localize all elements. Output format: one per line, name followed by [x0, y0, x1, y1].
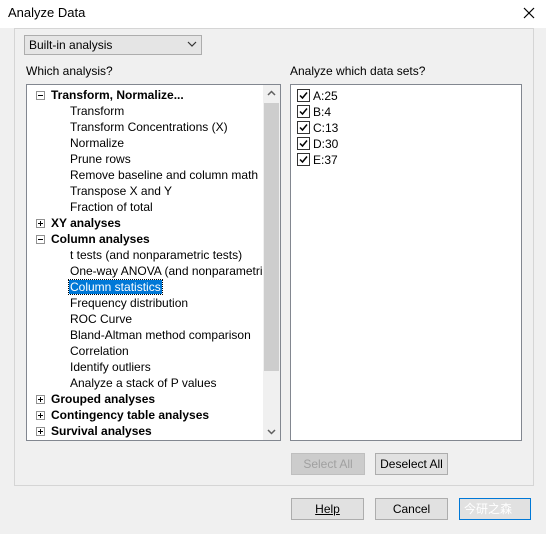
- checkbox[interactable]: [297, 121, 310, 134]
- tree-scrollbar[interactable]: [263, 85, 280, 440]
- tree-group[interactable]: Column analyses: [51, 231, 150, 247]
- tree-item[interactable]: Prune rows: [70, 151, 131, 167]
- tree-item[interactable]: Bland-Altman method comparison: [70, 327, 251, 343]
- tree-item[interactable]: Remove baseline and column math: [70, 167, 258, 183]
- checkbox[interactable]: [297, 153, 310, 166]
- help-button-label: Help: [315, 502, 340, 516]
- tree-item-label: One-way ANOVA (and nonparametric): [70, 264, 273, 278]
- tree-item-label: Prune rows: [70, 152, 131, 166]
- expand-icon[interactable]: [36, 395, 45, 404]
- data-set-label: C:13: [313, 121, 339, 135]
- cancel-button[interactable]: Cancel: [375, 498, 448, 520]
- tree-item-label: Transpose X and Y: [70, 184, 173, 198]
- tree-item[interactable]: Fraction of total: [70, 199, 153, 215]
- analysis-tree[interactable]: Transform, Normalize... Transform Transfor…: [26, 84, 281, 441]
- chevron-down-icon: [187, 41, 197, 47]
- watermark-text: 今研之森: [464, 502, 513, 516]
- data-sets-list[interactable]: A:25 B:4 C:13 D:30 E:37: [290, 84, 522, 441]
- analysis-type-dropdown[interactable]: Built-in analysis: [24, 35, 202, 55]
- tree-item-label: Bland-Altman method comparison: [70, 328, 251, 342]
- help-button[interactable]: Help: [291, 498, 364, 520]
- select-all-button[interactable]: Select All: [291, 453, 365, 475]
- data-set-label: D:30: [313, 137, 339, 151]
- tree-item[interactable]: t tests (and nonparametric tests): [70, 247, 242, 263]
- checkmark-icon: [299, 156, 308, 164]
- tree-item[interactable]: Column statistics: [68, 279, 163, 295]
- tree-item[interactable]: Frequency distribution: [70, 295, 188, 311]
- tree-group[interactable]: Contingency table analyses: [51, 407, 209, 423]
- tree-item[interactable]: Correlation: [70, 343, 129, 359]
- expand-icon[interactable]: [36, 427, 45, 436]
- data-set-label: B:4: [313, 105, 332, 119]
- tree-item-label: Analyze a stack of P values: [70, 376, 217, 390]
- which-data-sets-label: Analyze which data sets?: [290, 64, 426, 78]
- tree-group[interactable]: Transform, Normalize...: [51, 87, 184, 103]
- data-set-label: A:25: [313, 89, 338, 103]
- scroll-up-icon[interactable]: [263, 85, 280, 102]
- tree-item[interactable]: Transform Concentrations (X): [70, 119, 228, 135]
- collapse-icon[interactable]: [36, 91, 45, 100]
- tree-item-label: Remove baseline and column math: [70, 168, 259, 182]
- checkmark-icon: [299, 108, 308, 116]
- checkbox[interactable]: [297, 137, 310, 150]
- window-title: Analyze Data: [8, 5, 86, 20]
- tree-item-label: Transform Concentrations (X): [70, 120, 228, 134]
- checkmark-icon: [299, 140, 308, 148]
- analysis-type-value: Built-in analysis: [29, 38, 113, 52]
- tree-item[interactable]: Transpose X and Y: [70, 183, 172, 199]
- checkbox[interactable]: [297, 105, 310, 118]
- tree-group[interactable]: Survival analyses: [51, 423, 152, 439]
- tree-item-label: Identify outliers: [70, 360, 151, 374]
- tree-item[interactable]: Normalize: [70, 135, 124, 151]
- tree-item-label: Transform: [70, 104, 125, 118]
- tree-item[interactable]: One-way ANOVA (and nonparametric): [70, 263, 273, 279]
- ok-button[interactable]: 今研之森: [459, 498, 531, 520]
- tree-item[interactable]: ROC Curve: [70, 311, 132, 327]
- tree-item[interactable]: Identify outliers: [70, 359, 151, 375]
- deselect-all-button[interactable]: Deselect All: [375, 453, 448, 475]
- tree-group[interactable]: Grouped analyses: [51, 391, 155, 407]
- tree-item-label: ROC Curve: [70, 312, 133, 326]
- collapse-icon[interactable]: [36, 235, 45, 244]
- data-set-label: E:37: [313, 153, 338, 167]
- checkmark-icon: [299, 92, 308, 100]
- scroll-down-icon[interactable]: [263, 423, 280, 440]
- tree-item-label: Frequency distribution: [70, 296, 189, 310]
- tree-item-label: Column statistics: [68, 279, 163, 295]
- checkmark-icon: [299, 124, 308, 132]
- which-analysis-label: Which analysis?: [26, 64, 113, 78]
- tree-item-label: Normalize: [70, 136, 125, 150]
- tree-item[interactable]: Transform: [70, 103, 124, 119]
- close-icon[interactable]: [518, 2, 540, 24]
- tree-group[interactable]: XY analyses: [51, 215, 121, 231]
- scroll-thumb[interactable]: [264, 103, 279, 371]
- expand-icon[interactable]: [36, 219, 45, 228]
- tree-item[interactable]: Analyze a stack of P values: [70, 375, 217, 391]
- expand-icon[interactable]: [36, 411, 45, 420]
- tree-item-label: Correlation: [70, 344, 129, 358]
- checkbox[interactable]: [297, 89, 310, 102]
- tree-item-label: Fraction of total: [70, 200, 153, 214]
- tree-item-label: t tests (and nonparametric tests): [70, 248, 243, 262]
